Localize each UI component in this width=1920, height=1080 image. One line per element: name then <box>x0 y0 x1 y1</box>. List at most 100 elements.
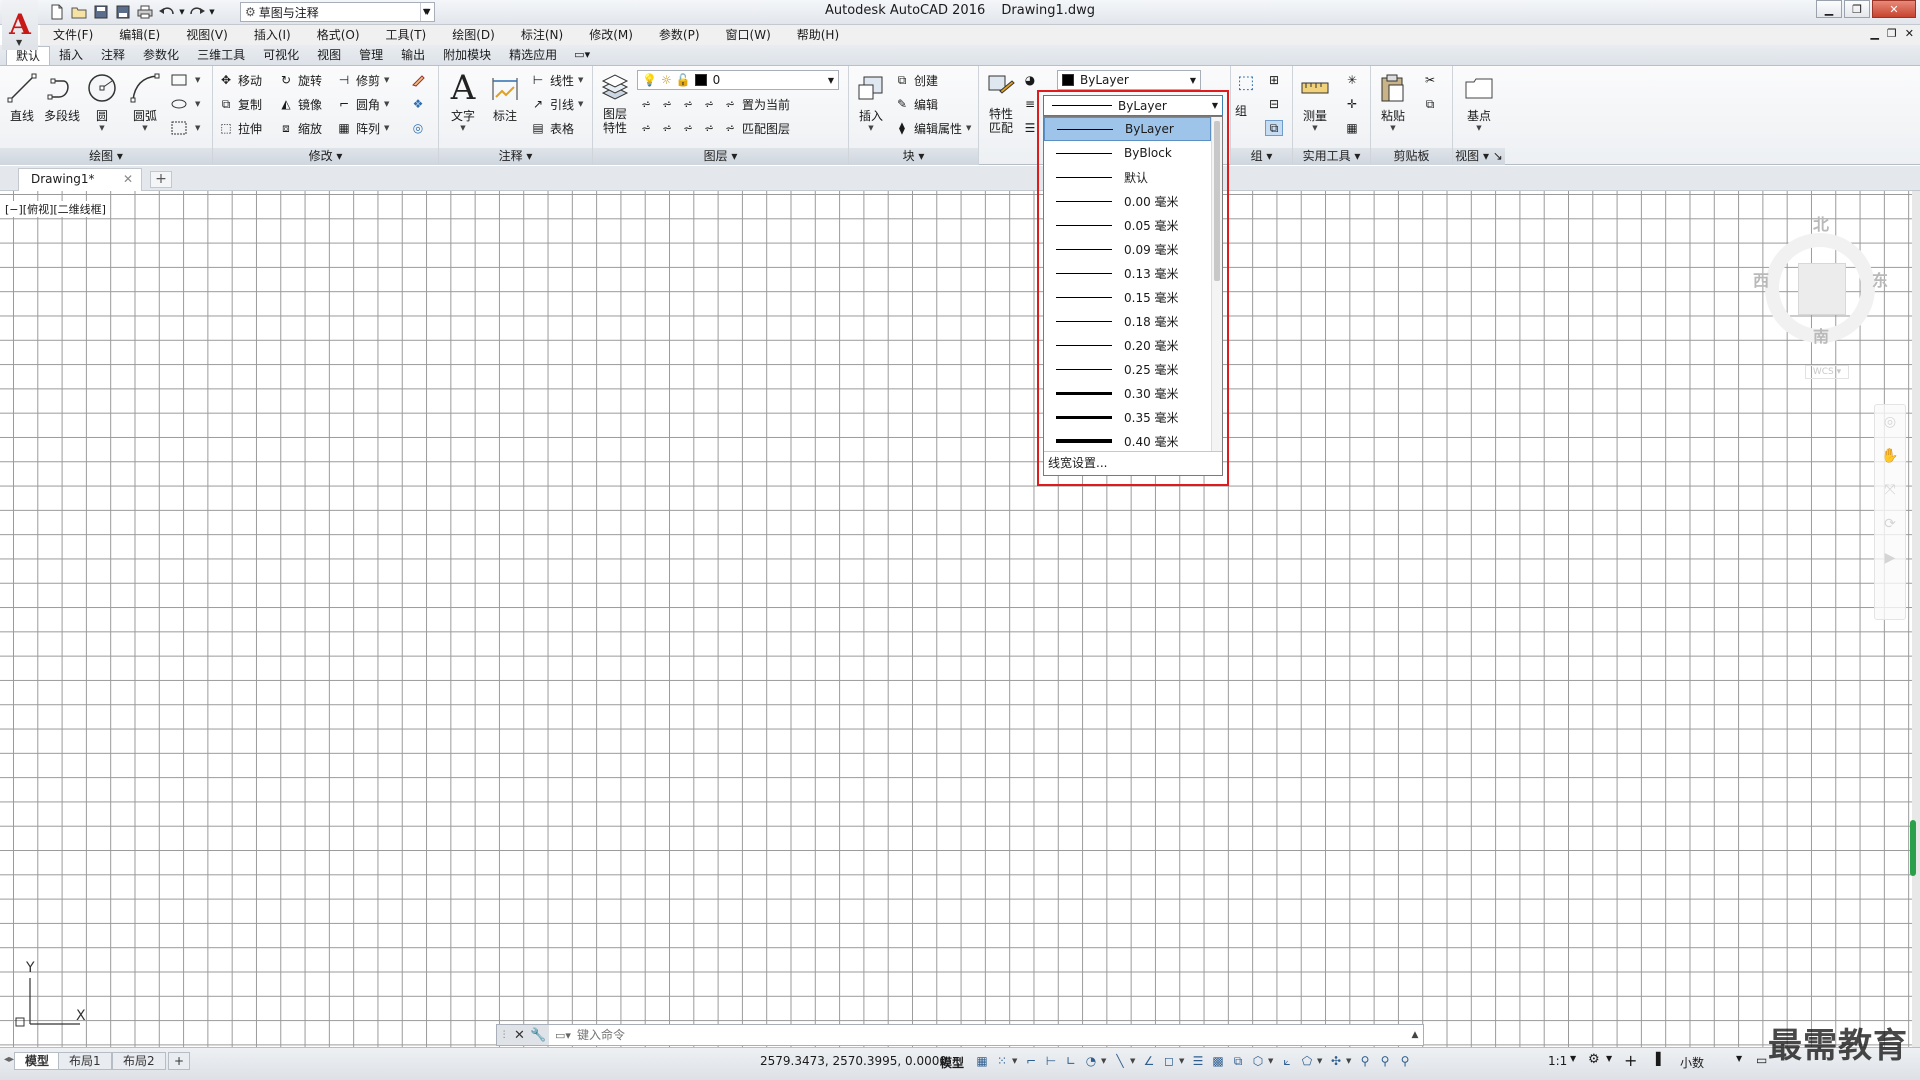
erase-tool[interactable] <box>409 70 430 90</box>
dimension-tool[interactable]: 标注 <box>485 70 525 124</box>
scrollbar-thumb[interactable] <box>1214 121 1220 281</box>
layer-on-icon[interactable]: ⩫ <box>637 120 655 136</box>
fillet-tool[interactable]: ⌐ 圆角 ▼ <box>335 94 389 114</box>
lineweight-option[interactable]: 0.09 毫米 <box>1044 237 1211 261</box>
clipboard-panel-title[interactable]: 剪贴板 <box>1371 148 1452 165</box>
object-snap-tracking-icon[interactable]: ∠ <box>1139 1052 1159 1070</box>
close-icon[interactable]: ✕ <box>1872 0 1916 18</box>
menu-modify[interactable]: 修改(M) <box>576 25 646 45</box>
array-tool[interactable]: ▦ 阵列 ▼ <box>335 118 389 138</box>
tab-annotate[interactable]: 注释 <box>92 46 134 65</box>
snap-icon[interactable]: ⁙ <box>992 1052 1012 1070</box>
calculator-tool[interactable]: ▦ <box>1343 118 1364 138</box>
lineweight-option[interactable]: ByLayer <box>1044 117 1211 141</box>
table-tool[interactable]: ▤ 表格 <box>529 118 574 138</box>
id-point-tool[interactable]: ✛ <box>1343 94 1364 114</box>
layer-off-icon[interactable]: ⩫ <box>637 96 655 112</box>
tab-visualize[interactable]: 可视化 <box>254 46 308 65</box>
lineweight-option[interactable]: 0.05 毫米 <box>1044 213 1211 237</box>
mirror-tool[interactable]: ◭ 镜像 <box>277 94 322 114</box>
ortho-icon[interactable]: ∟ <box>1061 1052 1081 1070</box>
redo-icon[interactable] <box>186 2 208 22</box>
scale-tool[interactable]: ⧈ 缩放 <box>277 118 322 138</box>
layer-properties-tool[interactable]: 图层 特性 <box>595 70 635 135</box>
line-tool[interactable]: 直线 <box>2 70 42 124</box>
viewport-controls[interactable]: [−][俯视][二维线框] <box>4 201 107 217</box>
polar-tracking-icon[interactable]: ◔ <box>1081 1052 1101 1070</box>
color-wheel-tool[interactable]: ◕ <box>1021 70 1042 90</box>
compass-west[interactable]: 西 <box>1753 267 1769 291</box>
layout-tab-model[interactable]: 模型 <box>14 1052 61 1070</box>
qat-customize-icon[interactable]: ▼ <box>420 2 432 22</box>
lineweight-scrollbar[interactable] <box>1211 117 1222 452</box>
view-panel-title[interactable]: 视图 ▾ ↘ <box>1453 148 1505 165</box>
move-tool[interactable]: ✥ 移动 <box>217 70 262 90</box>
group-tool[interactable]: ⬚ <box>1233 72 1262 93</box>
utilities-panel-title[interactable]: 实用工具 ▾ <box>1293 148 1370 165</box>
new-tab-button[interactable]: + <box>150 171 172 188</box>
paste-tool[interactable]: 粘贴 ▼ <box>1373 70 1413 132</box>
drag-handle-icon[interactable]: ⋮ <box>500 1030 509 1040</box>
explode-tool[interactable]: ❖ <box>409 94 430 114</box>
lineweight-option[interactable]: 0.13 毫米 <box>1044 261 1211 285</box>
ribbon-display-toggle-icon[interactable]: ▭▾ <box>574 46 590 65</box>
close-icon[interactable]: ✕ <box>123 169 133 190</box>
layer-select[interactable]: 💡 ☼ 🔓 0 ▼ <box>637 70 839 90</box>
wrench-icon[interactable]: 🔧 <box>530 1028 546 1043</box>
annotation-visibility-icon[interactable]: ⚲ <box>1355 1052 1375 1070</box>
layer-lock-icon[interactable]: ⩫ <box>700 96 718 112</box>
tab-view[interactable]: 视图 <box>308 46 350 65</box>
group-edit-tool[interactable]: ⊟ <box>1265 94 1286 114</box>
layer-thaw-icon[interactable]: ⩫ <box>679 120 697 136</box>
menu-edit[interactable]: 编辑(E) <box>106 25 173 45</box>
doc-restore-icon[interactable]: ❐ <box>1887 27 1897 40</box>
auto-scale-icon[interactable]: ⚲ <box>1375 1052 1395 1070</box>
doc-minimize-icon[interactable]: ▁ <box>1870 27 1878 40</box>
menu-window[interactable]: 窗口(W) <box>713 25 784 45</box>
workspace-switch-icon[interactable]: ⚙ <box>1588 1052 1600 1067</box>
insert-block-tool[interactable]: 插入 ▼ <box>851 70 891 132</box>
quick-select-tool[interactable]: ✳ <box>1343 70 1364 90</box>
edit-attributes-tool[interactable]: ⧫ 编辑属性 ▼ <box>893 118 971 138</box>
compass-east[interactable]: 东 <box>1872 267 1888 291</box>
menu-dimension[interactable]: 标注(N) <box>508 25 576 45</box>
print-icon[interactable] <box>134 2 156 22</box>
object-snap-icon[interactable]: ◻ <box>1159 1052 1179 1070</box>
minimize-icon[interactable]: ▁ <box>1816 0 1842 18</box>
menu-format[interactable]: 格式(O) <box>304 25 373 45</box>
draw-panel-title[interactable]: 绘图 ▾ <box>0 148 212 165</box>
lineweight-settings-option[interactable]: 线宽设置... <box>1044 451 1222 475</box>
layer-unlock-icon[interactable]: ⩫ <box>700 120 718 136</box>
menu-draw[interactable]: 绘图(D) <box>439 25 508 45</box>
tab-parametric[interactable]: 参数化 <box>134 46 188 65</box>
tab-addins[interactable]: 附加模块 <box>434 46 500 65</box>
lineweight-option[interactable]: 默认 <box>1044 165 1211 189</box>
tab-output[interactable]: 输出 <box>392 46 434 65</box>
add-layout-button[interactable]: + <box>168 1052 191 1070</box>
create-block-tool[interactable]: ⧉ 创建 <box>893 70 938 90</box>
menu-help[interactable]: 帮助(H) <box>784 25 852 45</box>
edit-block-tool[interactable]: ✎ 编辑 <box>893 94 938 114</box>
tab-insert[interactable]: 插入 <box>50 46 92 65</box>
gizmo-icon[interactable]: ✣ <box>1326 1052 1346 1070</box>
ungroup-tool[interactable]: ⊞ <box>1265 70 1286 90</box>
compass-south[interactable]: 南 <box>1813 323 1829 347</box>
offset-tool[interactable]: ◎ <box>409 118 430 138</box>
infer-constraints-icon[interactable]: ⌐ <box>1021 1052 1041 1070</box>
rectangle-tool[interactable]: ▼ <box>170 70 200 90</box>
doc-close-icon[interactable]: ✕ <box>1905 27 1914 40</box>
wcs-menu[interactable]: WCS ▾ <box>1805 365 1849 379</box>
rotate-tool[interactable]: ↻ 旋转 <box>277 70 322 90</box>
layout-tab-2[interactable]: 布局2 <box>112 1052 166 1070</box>
grid-icon[interactable]: ▦ <box>972 1052 992 1070</box>
units-value[interactable]: 小数 <box>1680 1054 1704 1071</box>
tab-3d-tools[interactable]: 三维工具 <box>188 46 254 65</box>
lineweight-option[interactable]: 0.40 毫米 <box>1044 429 1211 452</box>
circle-tool[interactable]: 圆 ▼ <box>82 70 122 132</box>
chevron-up-icon[interactable]: ▲ <box>1407 1030 1423 1040</box>
cut-tool[interactable]: ✂ <box>1421 70 1442 90</box>
model-space-toggle[interactable]: 模型 <box>940 1054 964 1071</box>
menu-file[interactable]: 文件(F) <box>40 25 106 45</box>
lineweight-option[interactable]: ByBlock <box>1044 141 1211 165</box>
stretch-tool[interactable]: ⬚ 拉伸 <box>217 118 262 138</box>
